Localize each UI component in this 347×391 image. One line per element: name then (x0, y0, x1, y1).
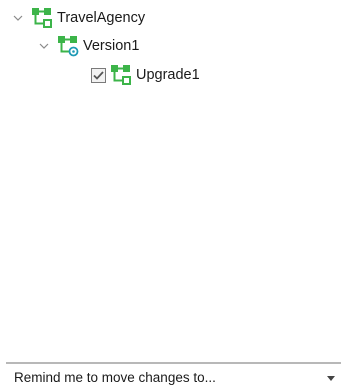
remind-dropdown[interactable]: Remind me to move changes to... (0, 366, 347, 391)
divider (6, 362, 341, 364)
changes-panel: TravelAgency Version1 Upgrade1 Remind me… (0, 0, 347, 391)
tree-node-travelagency[interactable]: TravelAgency (12, 7, 145, 29)
branch-icon (32, 8, 52, 28)
tree-node-version1[interactable]: Version1 (38, 35, 139, 57)
remind-dropdown-label: Remind me to move changes to... (14, 370, 216, 385)
tree-node-label: TravelAgency (57, 10, 146, 26)
tree-node-label: Version1 (83, 38, 140, 54)
branch-version-icon (58, 36, 79, 57)
tree-node-label: Upgrade1 (136, 67, 200, 83)
branch-icon (111, 65, 131, 85)
object-tree: TravelAgency Version1 Upgrade1 (0, 0, 347, 362)
tree-node-upgrade1[interactable]: Upgrade1 (91, 64, 200, 86)
chevron-down-icon[interactable] (38, 40, 50, 52)
chevron-down-icon[interactable] (12, 12, 24, 24)
checkbox-checked[interactable] (91, 67, 106, 83)
dropdown-arrow-icon[interactable] (327, 376, 335, 381)
